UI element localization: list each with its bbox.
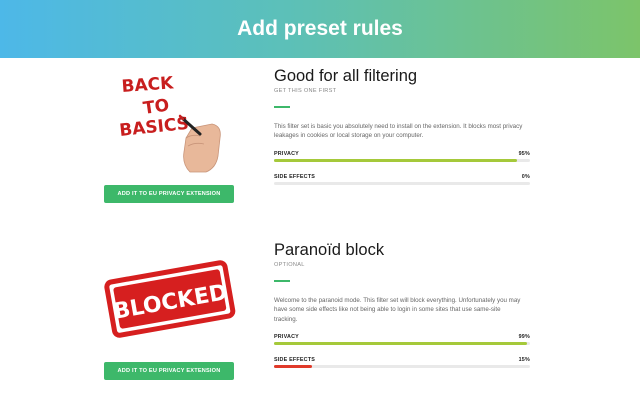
privacy-label: PRIVACY xyxy=(274,334,299,340)
preset-info: Good for all filtering GET THIS ONE FIRS… xyxy=(274,66,530,185)
side-effects-value: 0% xyxy=(521,173,530,180)
privacy-value: 99% xyxy=(518,334,530,340)
add-preset-button[interactable]: ADD IT TO EU PRIVACY EXTENSION xyxy=(104,185,234,203)
side-effects-label: SIDE EFFECTS xyxy=(274,173,316,180)
side-effects-meter: SIDE EFFECTS 0% xyxy=(274,174,530,185)
preset-description: This filter set is basic you absolutely … xyxy=(274,122,523,140)
preset-title: Good for all filtering xyxy=(274,67,418,85)
accent-divider xyxy=(274,106,290,108)
preset-subtitle: GET THIS ONE FIRST xyxy=(274,88,337,94)
page-header: Add preset rules xyxy=(0,0,640,58)
side-effects-track xyxy=(274,181,530,185)
privacy-fill xyxy=(274,158,518,162)
privacy-fill xyxy=(274,342,528,345)
privacy-value: 95% xyxy=(518,150,530,157)
side-effects-track xyxy=(274,365,530,368)
art-text-line-3: BASICS xyxy=(118,114,189,141)
privacy-track xyxy=(274,158,530,162)
accent-divider xyxy=(274,280,290,282)
side-effects-label: SIDE EFFECTS xyxy=(274,357,316,363)
privacy-label: PRIVACY xyxy=(274,150,299,157)
side-effects-meter: SIDE EFFECTS 15% xyxy=(274,357,530,368)
add-preset-button[interactable]: ADD IT TO EU PRIVACY EXTENSION xyxy=(104,362,234,380)
blocked-stamp-illustration: BLOCKED xyxy=(100,246,240,354)
blocked-stamp-icon: BLOCKED xyxy=(104,260,236,338)
art-text-line-1: BACK xyxy=(121,73,175,97)
preset-card-basic: BACK TO BASICS ADD IT TO EU PRIVACY EXTE… xyxy=(0,58,640,218)
preset-subtitle: OPTIONAL xyxy=(274,262,305,268)
page-title: Add preset rules xyxy=(237,17,403,40)
preset-description: Welcome to the paranoid mode. This filte… xyxy=(274,296,521,323)
side-effects-fill xyxy=(274,365,313,368)
side-effects-value: 15% xyxy=(518,357,530,363)
preset-info: Paranoïd block OPTIONAL Welcome to the p… xyxy=(274,240,530,368)
privacy-track xyxy=(274,342,530,345)
preset-title: Paranoïd block xyxy=(274,241,385,259)
privacy-meter: PRIVACY 99% xyxy=(274,334,530,345)
back-to-basics-illustration: BACK TO BASICS xyxy=(100,68,240,173)
preset-card-paranoid: BLOCKED ADD IT TO EU PRIVACY EXTENSION P… xyxy=(0,232,640,400)
hand-writing-illustration: BACK TO BASICS xyxy=(118,73,221,173)
privacy-meter: PRIVACY 95% xyxy=(274,151,530,162)
